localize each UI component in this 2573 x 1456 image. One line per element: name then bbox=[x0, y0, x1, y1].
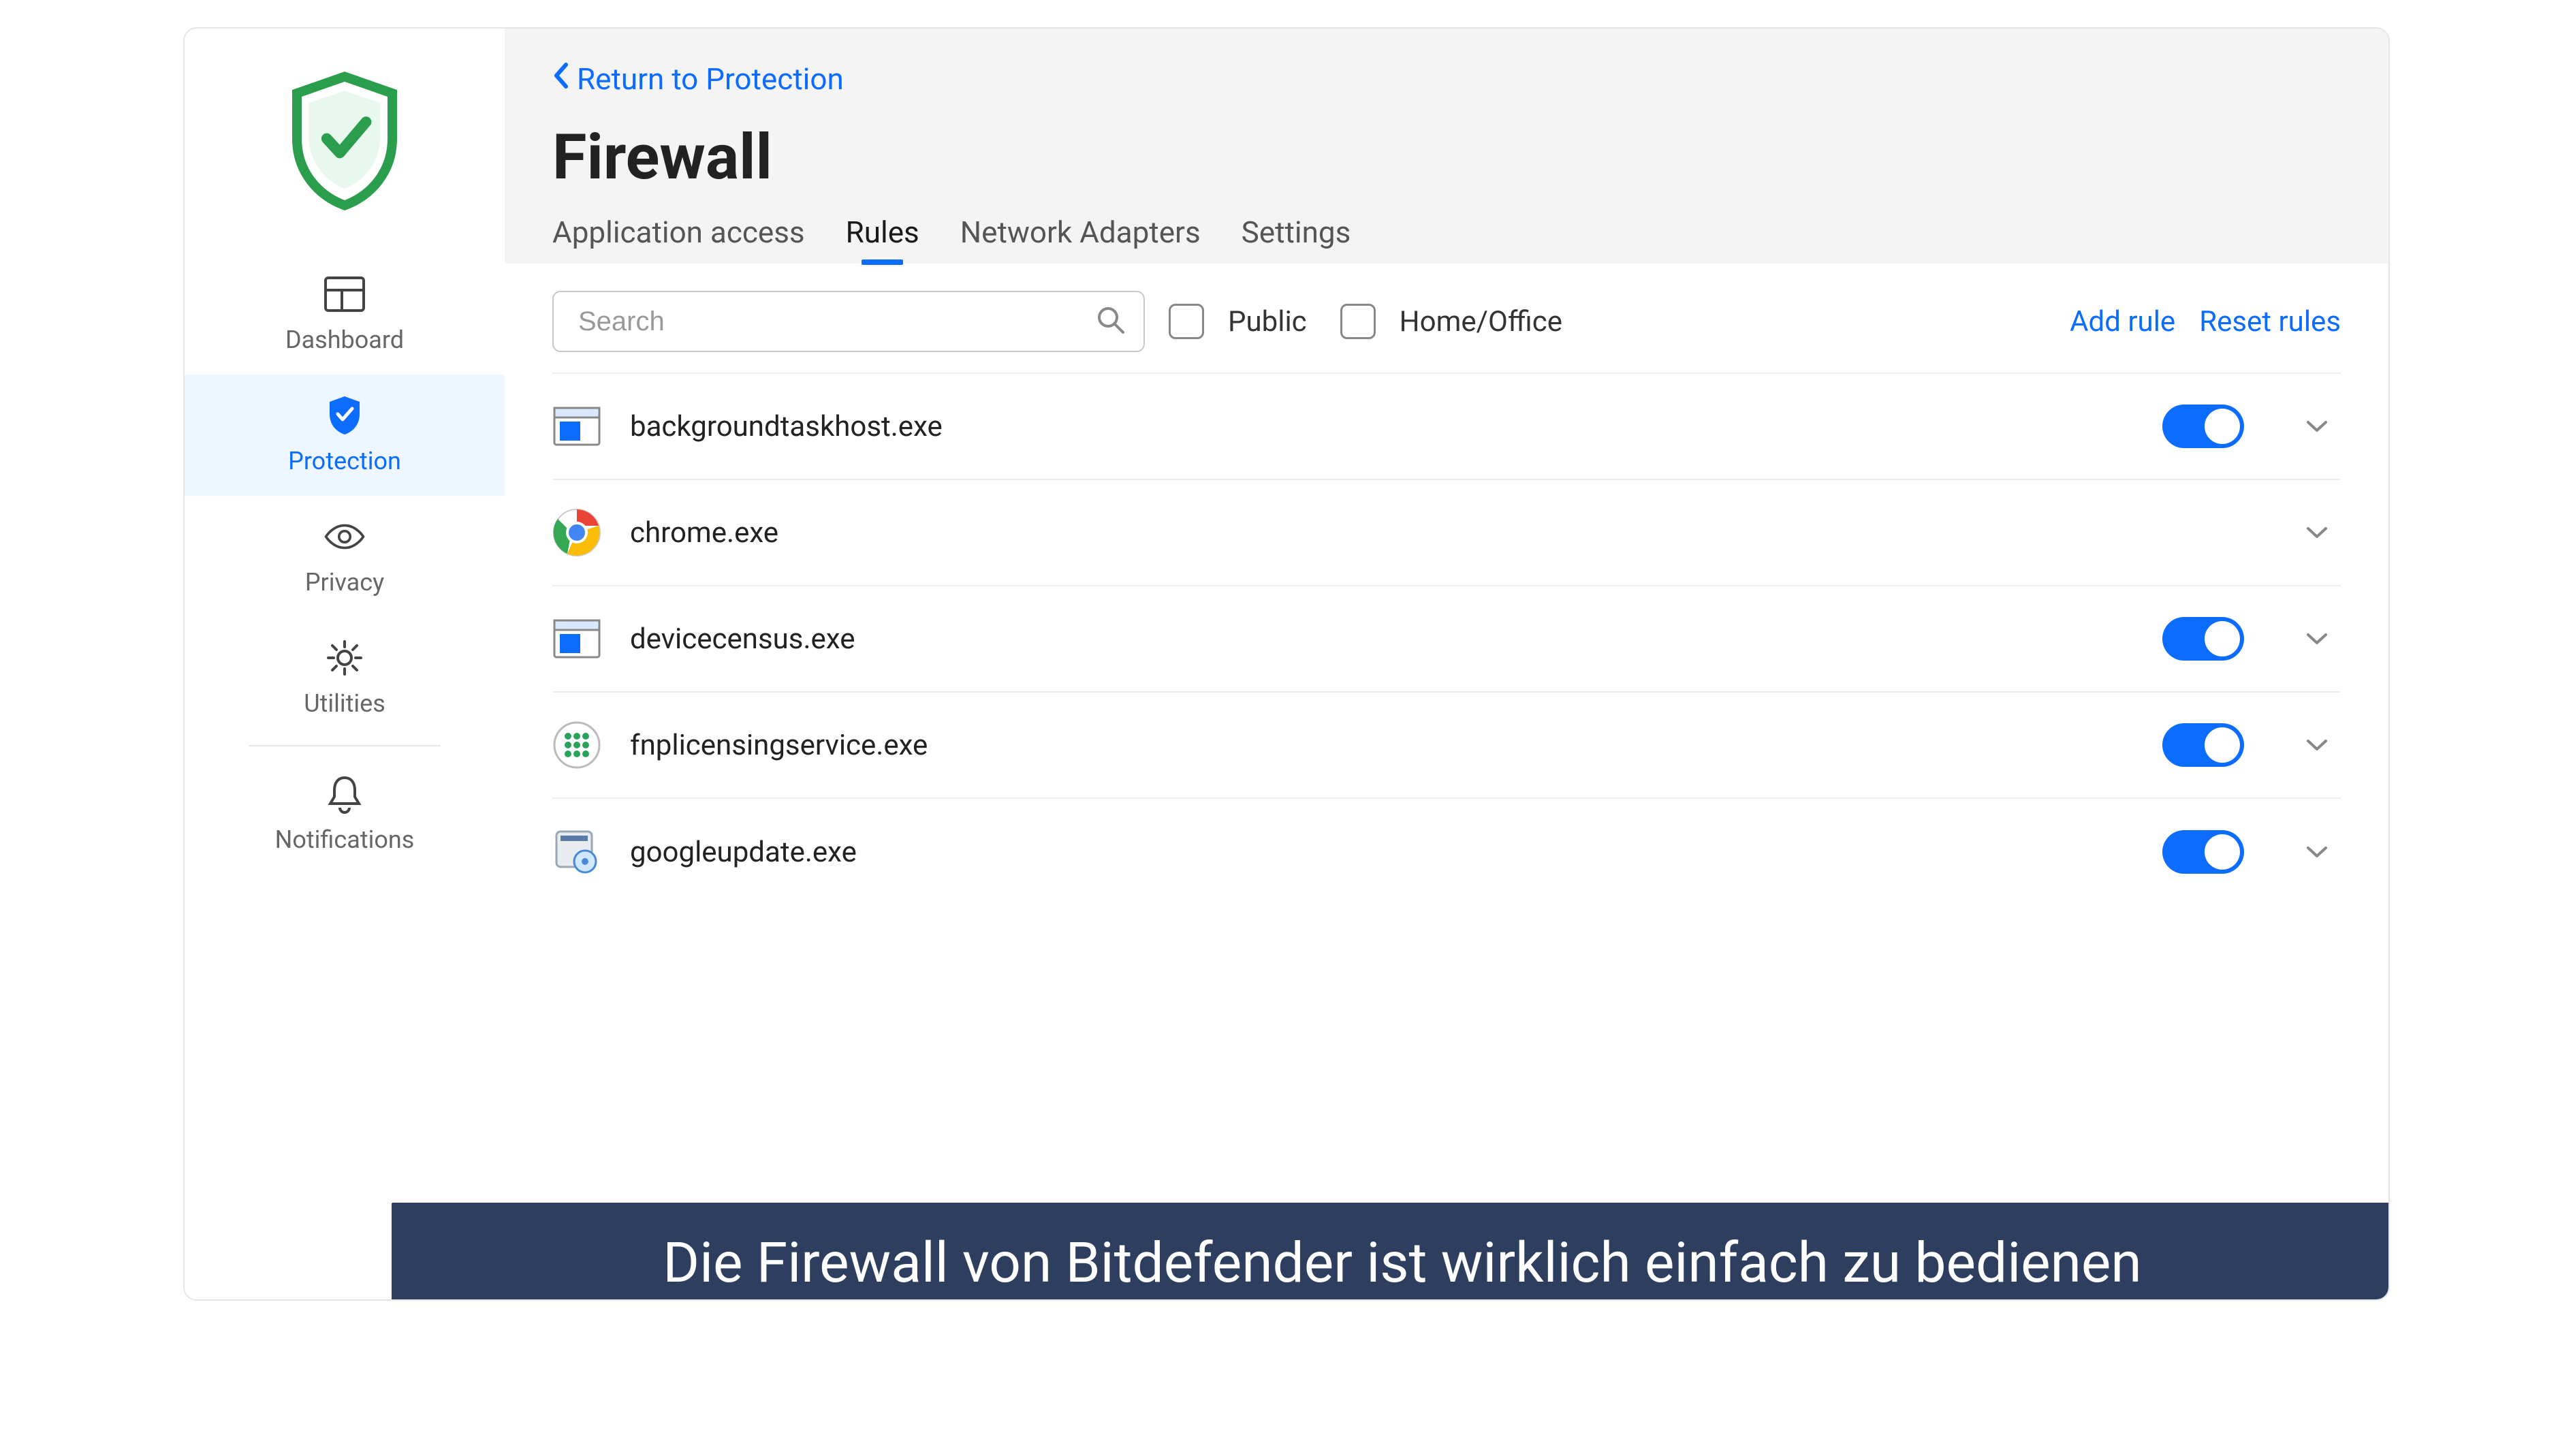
tab-row: Application access Rules Network Adapter… bbox=[552, 215, 2341, 264]
public-filter-label: Public bbox=[1228, 305, 1307, 338]
sidebar-divider bbox=[249, 745, 441, 746]
gear-icon bbox=[323, 636, 366, 680]
tab-settings[interactable]: Settings bbox=[1242, 215, 1351, 264]
reset-rules-link[interactable]: Reset rules bbox=[2199, 305, 2341, 338]
sidebar: Dashboard Protection Privacy Utilities bbox=[185, 29, 505, 1299]
expand-row[interactable] bbox=[2293, 632, 2341, 646]
rule-toggle[interactable] bbox=[2162, 405, 2244, 448]
rule-name: fnplicensingservice.exe bbox=[630, 729, 2134, 762]
sidebar-item-label: Utilities bbox=[304, 689, 385, 718]
toolbar: Public Home/Office Add rule Reset rules bbox=[552, 291, 2341, 352]
tab-application-access[interactable]: Application access bbox=[552, 215, 805, 264]
shield-icon bbox=[323, 394, 366, 437]
dots-app-icon bbox=[552, 721, 601, 770]
back-link-label: Return to Protection bbox=[577, 61, 844, 97]
tab-rules[interactable]: Rules bbox=[846, 215, 919, 264]
rule-row: chrome.exe bbox=[552, 480, 2341, 586]
page-title: Firewall bbox=[552, 121, 2341, 194]
main: Return to Protection Firewall Applicatio… bbox=[505, 29, 2388, 1299]
sidebar-item-label: Protection bbox=[288, 447, 401, 475]
public-checkbox[interactable] bbox=[1169, 304, 1204, 339]
rule-row: fnplicensingservice.exe bbox=[552, 693, 2341, 799]
search-box bbox=[552, 291, 1145, 352]
rule-toggle[interactable] bbox=[2162, 830, 2244, 874]
window-app-icon bbox=[552, 402, 601, 451]
rule-toggle[interactable] bbox=[2162, 723, 2244, 767]
rule-name: devicecensus.exe bbox=[630, 622, 2134, 656]
rule-row: backgroundtaskhost.exe bbox=[552, 374, 2341, 480]
dashboard-icon bbox=[323, 272, 366, 316]
installer-app-icon bbox=[552, 827, 601, 876]
sidebar-item-protection[interactable]: Protection bbox=[185, 375, 505, 496]
expand-row[interactable] bbox=[2293, 420, 2341, 433]
chevron-left-icon bbox=[552, 61, 570, 97]
rule-name: chrome.exe bbox=[630, 516, 2244, 550]
search-input[interactable] bbox=[552, 291, 1145, 352]
caption-banner: Die Firewall von Bitdefender ist wirklic… bbox=[389, 1200, 2390, 1301]
rule-name: backgroundtaskhost.exe bbox=[630, 410, 2134, 443]
search-icon bbox=[1096, 305, 1126, 338]
chrome-icon bbox=[552, 508, 601, 557]
sidebar-item-dashboard[interactable]: Dashboard bbox=[185, 253, 505, 375]
sidebar-item-label: Dashboard bbox=[285, 326, 404, 354]
rule-row: devicecensus.exe bbox=[552, 586, 2341, 693]
header-area: Return to Protection Firewall Applicatio… bbox=[505, 29, 2388, 264]
bell-icon bbox=[323, 772, 366, 816]
add-rule-link[interactable]: Add rule bbox=[2070, 305, 2175, 338]
eye-icon bbox=[323, 515, 366, 558]
rules-list: backgroundtaskhost.exe bbox=[552, 373, 2341, 905]
sidebar-item-label: Notifications bbox=[275, 825, 415, 854]
home-office-filter-label: Home/Office bbox=[1400, 305, 1562, 338]
back-link[interactable]: Return to Protection bbox=[552, 61, 2341, 97]
sidebar-item-label: Privacy bbox=[305, 568, 384, 597]
window-app-icon bbox=[552, 614, 601, 663]
content: Public Home/Office Add rule Reset rules … bbox=[505, 264, 2388, 1299]
sidebar-item-utilities[interactable]: Utilities bbox=[185, 617, 505, 738]
expand-row[interactable] bbox=[2293, 738, 2341, 752]
sidebar-item-notifications[interactable]: Notifications bbox=[185, 753, 505, 874]
rule-toggle[interactable] bbox=[2162, 617, 2244, 661]
rule-name: googleupdate.exe bbox=[630, 836, 2134, 869]
app-window: Dashboard Protection Privacy Utilities bbox=[183, 27, 2390, 1301]
app-logo-icon bbox=[283, 69, 406, 212]
expand-row[interactable] bbox=[2293, 526, 2341, 539]
rule-row: googleupdate.exe bbox=[552, 799, 2341, 905]
tab-network-adapters[interactable]: Network Adapters bbox=[960, 215, 1201, 264]
expand-row[interactable] bbox=[2293, 845, 2341, 859]
home-office-checkbox[interactable] bbox=[1340, 304, 1376, 339]
sidebar-item-privacy[interactable]: Privacy bbox=[185, 496, 505, 617]
